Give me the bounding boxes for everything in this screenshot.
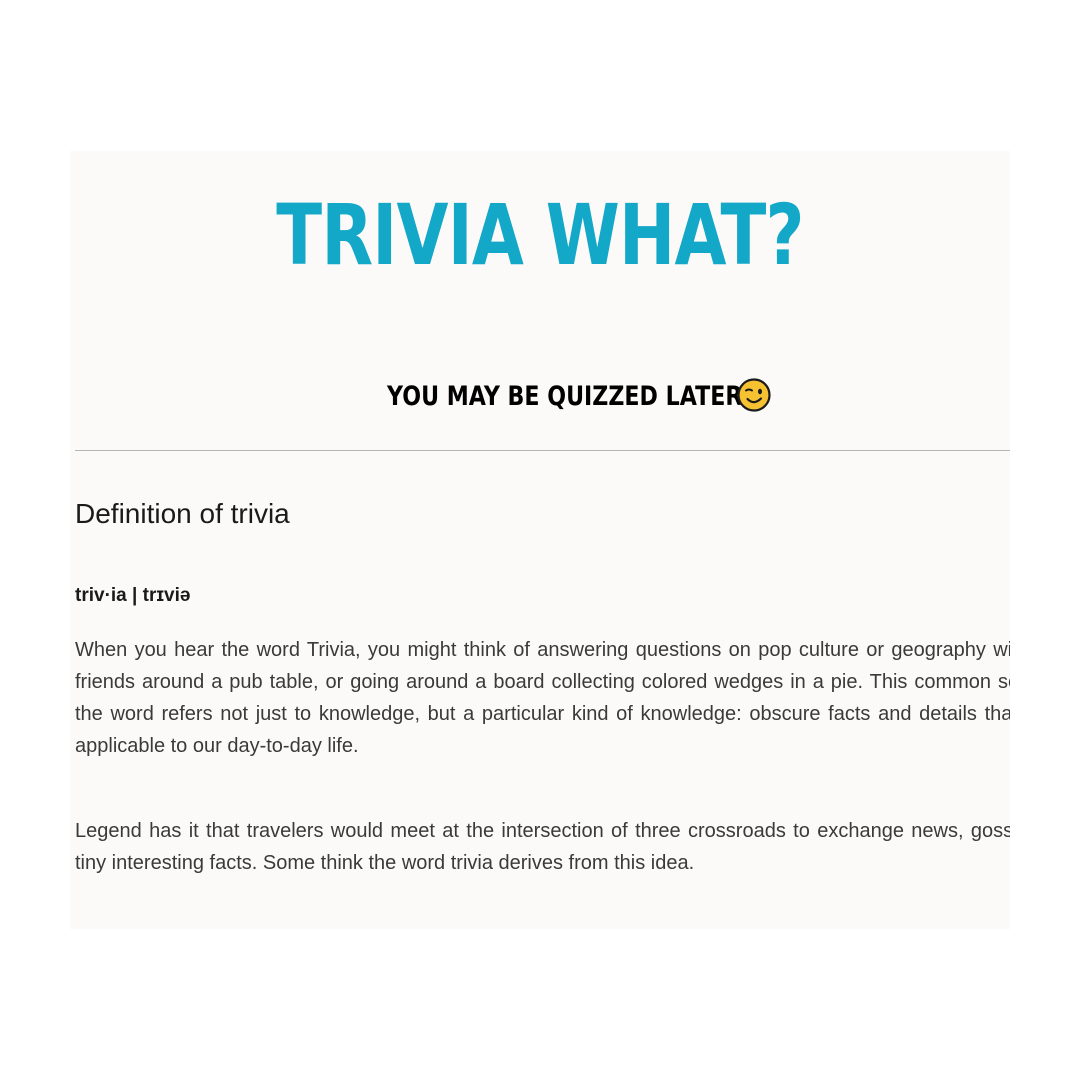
definition-paragraph-2: Legend has it that travelers would meet … (75, 820, 1010, 874)
definition-paragraph-1: When you hear the word Trivia, you might… (75, 639, 1010, 757)
subtitle-text: YOU MAY BE QUIZZED LATER (386, 381, 742, 412)
pronunciation: triv·ia | trɪviə (75, 585, 191, 606)
content-card: TRIVIA WHAT? YOU MAY BE QUIZZED LATER De… (70, 151, 1010, 929)
winking-face-icon (737, 377, 772, 412)
page-title: TRIVIA WHAT? (276, 186, 804, 284)
subtitle: YOU MAY BE QUIZZED LATER (70, 375, 1010, 419)
definition-heading: Definition of trivia (75, 498, 290, 529)
section-divider (75, 450, 1010, 451)
